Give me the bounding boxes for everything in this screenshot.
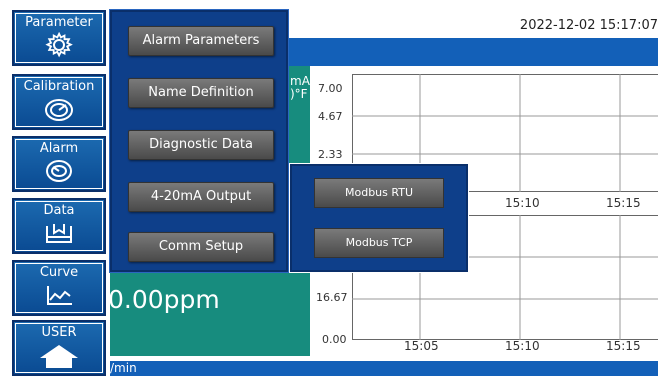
nav-user-button[interactable]: USER: [12, 320, 106, 376]
nav-label: Parameter: [25, 15, 93, 30]
y-tick: 2.33: [318, 148, 343, 161]
unit-line-2: )°F: [290, 87, 308, 101]
unit-label: mA )°F: [290, 75, 310, 101]
modbus-tcp-button[interactable]: Modbus TCP: [314, 228, 444, 258]
y-tick: 0.00: [322, 333, 347, 346]
diagnostic-data-button[interactable]: Diagnostic Data: [128, 130, 274, 160]
home-icon: [40, 345, 78, 368]
side-nav: Parameter Calibration Alarm Data Curve U…: [0, 0, 110, 376]
comm-submenu: Modbus RTU Modbus TCP: [289, 163, 469, 273]
x-tick: 15:10: [505, 196, 540, 210]
y-tick: 4.67: [318, 110, 343, 123]
nav-label: USER: [41, 325, 77, 340]
alarm-parameters-button[interactable]: Alarm Parameters: [128, 26, 274, 56]
gauge-icon: [45, 99, 73, 121]
parameter-menu: Alarm Parameters Name Definition Diagnos…: [109, 9, 289, 273]
x-tick: 15:05: [404, 339, 439, 353]
datetime-display: 2022-12-02 15:17:07: [519, 18, 658, 33]
alarm-icon: [46, 160, 72, 182]
y-tick: 7.00: [318, 82, 343, 95]
nav-label: Data: [43, 203, 75, 218]
output-4-20ma-button[interactable]: 4-20mA Output: [128, 182, 274, 212]
nav-alarm-button[interactable]: Alarm: [12, 136, 106, 192]
y-tick: 16.67: [316, 291, 348, 304]
gear-icon: [45, 32, 73, 58]
footer-text: /min: [110, 361, 137, 375]
reading-value: 0.00ppm: [108, 285, 220, 314]
name-definition-button[interactable]: Name Definition: [128, 78, 274, 108]
x-tick: 15:15: [606, 339, 641, 353]
nav-label: Curve: [39, 265, 79, 280]
nav-label: Alarm: [39, 141, 79, 156]
x-tick: 15:15: [606, 196, 641, 210]
comm-setup-button[interactable]: Comm Setup: [128, 232, 274, 262]
nav-data-button[interactable]: Data: [12, 198, 106, 254]
nav-parameter-button[interactable]: Parameter: [12, 10, 106, 66]
data-tray-icon: [46, 224, 72, 243]
curve-chart-icon: [47, 286, 72, 305]
modbus-rtu-button[interactable]: Modbus RTU: [314, 178, 444, 208]
nav-calibration-button[interactable]: Calibration: [12, 74, 106, 130]
nav-curve-button[interactable]: Curve: [12, 260, 106, 316]
x-tick: 15:10: [505, 339, 540, 353]
nav-label: Calibration: [23, 79, 95, 94]
